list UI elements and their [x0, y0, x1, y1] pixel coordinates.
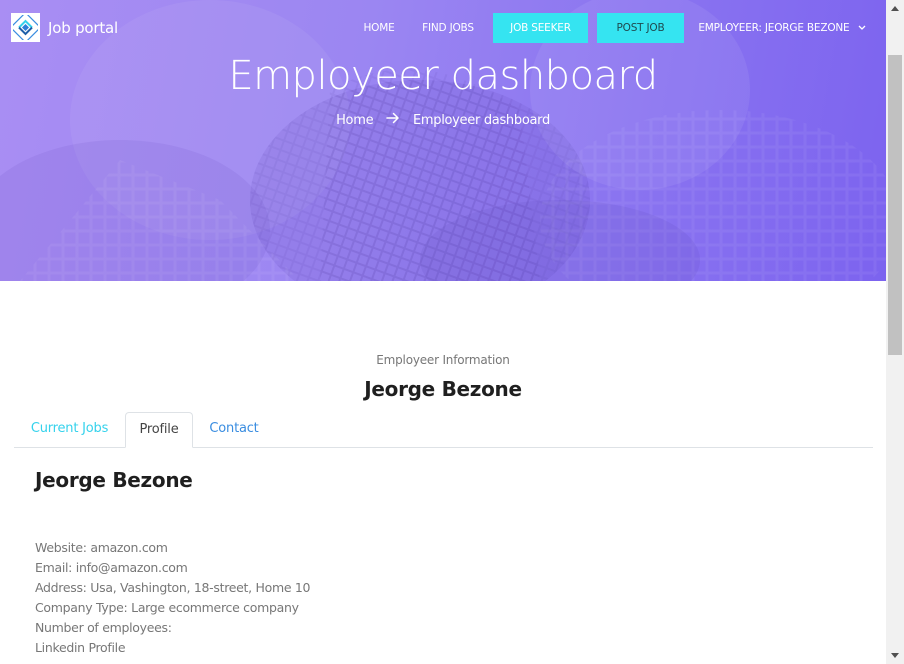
hero-banner: Job portal HOME FIND JOBS JOB SEEKER POS… — [0, 0, 886, 281]
detail-website: Website: amazon.com — [35, 540, 168, 555]
breadcrumb-current: Employeer dashboard — [412, 113, 550, 128]
detail-address: Address: Usa, Vashington, 18-street, Hom… — [35, 580, 311, 595]
detail-linkedin[interactable]: Linkedin Profile — [35, 638, 310, 658]
breadcrumb-home-link[interactable]: Home — [336, 113, 374, 128]
profile-tabs: Current Jobs Profile Contact — [14, 412, 873, 448]
detail-email: Email: info@amazon.com — [35, 560, 188, 575]
breadcrumb: Home Employeer dashboard — [0, 112, 886, 131]
profile-details: Website: amazon.com Email: info@amazon.c… — [35, 538, 311, 658]
nav-employer-menu[interactable]: EMPLOYEER: JEORGE BEZONE — [696, 13, 868, 43]
nav-find-jobs-link[interactable]: FIND JOBS — [414, 13, 482, 43]
detail-company-type: Company Type: Large ecommerce company — [35, 600, 299, 615]
page-title: Employeer dashboard — [228, 53, 658, 99]
nav-post-job-button[interactable]: POST JOB — [597, 13, 684, 43]
nav-home-link[interactable]: HOME — [355, 13, 403, 43]
tab-contact[interactable]: Contact — [195, 412, 273, 447]
page-viewport: Job portal HOME FIND JOBS JOB SEEKER POS… — [0, 0, 886, 664]
chevron-down-icon — [858, 13, 866, 43]
logo-mark-icon — [11, 13, 40, 42]
scrollbar-thumb[interactable] — [888, 55, 902, 355]
arrow-right-icon — [386, 112, 400, 130]
scroll-down-arrow-icon[interactable] — [886, 647, 904, 664]
profile-name: Jeorge Bezone — [35, 468, 193, 492]
nav-job-seeker-button[interactable]: JOB SEEKER — [493, 13, 588, 43]
tab-profile[interactable]: Profile — [125, 412, 193, 448]
detail-employees: Number of employees: — [35, 620, 172, 635]
section-kicker: Employeer Information — [376, 353, 510, 367]
vertical-scrollbar[interactable] — [886, 0, 904, 664]
scroll-up-arrow-icon[interactable] — [886, 0, 904, 17]
tab-current-jobs[interactable]: Current Jobs — [14, 412, 125, 447]
employer-menu-label: EMPLOYEER: JEORGE BEZONE — [698, 22, 850, 34]
section-heading: Jeorge Bezone — [364, 377, 522, 401]
site-logo[interactable]: Job portal — [11, 13, 118, 42]
logo-text: Job portal — [48, 18, 118, 37]
